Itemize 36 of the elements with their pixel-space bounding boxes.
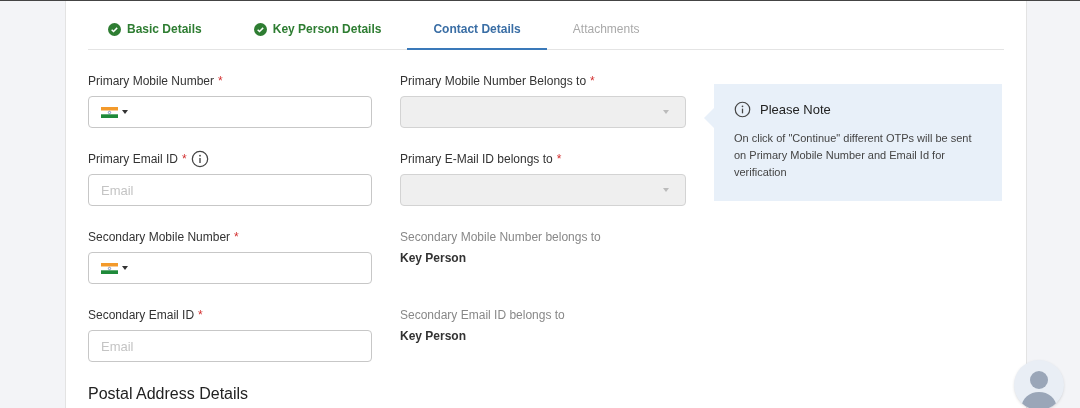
section-heading: Postal Address Details (88, 384, 250, 404)
caret-icon (663, 110, 669, 114)
check-circle-icon (108, 22, 121, 36)
field-label: Secondary Email ID belongs to (400, 307, 566, 324)
email-input-field[interactable]: Email (88, 330, 372, 362)
step-tab[interactable]: Contact Details (407, 10, 547, 50)
required-mark: * (590, 73, 595, 90)
step-tab[interactable]: Key Person Details (227, 10, 408, 50)
required-mark: * (198, 307, 203, 324)
required-mark: * (218, 73, 223, 90)
field-label: Secondary Mobile Number belongs to (400, 229, 602, 246)
phone-input-field[interactable] (88, 96, 372, 128)
required-mark: * (182, 151, 187, 168)
required-mark: * (556, 151, 562, 168)
field-label: Primary Mobile Number Belongs to (400, 73, 587, 90)
field-label: Secondary Mobile Number (88, 229, 231, 246)
required-mark: * (234, 229, 239, 246)
field-value: Key Person (400, 328, 468, 345)
step-tab[interactable]: Basic Details (108, 10, 228, 50)
field-label: Primary E-Mail ID belongs to (400, 151, 553, 168)
phone-input-field[interactable] (88, 252, 372, 284)
email-input-field[interactable]: Email (88, 174, 372, 206)
caret-icon (663, 188, 669, 192)
check-circle-icon (253, 22, 267, 36)
caret-icon (122, 110, 128, 114)
note-text: On click of "Continue" different OTPs will be sent on Primary Mobile Number and Email Id for verification (734, 130, 973, 180)
flag-icon (101, 106, 118, 118)
info-icon (734, 101, 751, 119)
caret-icon (122, 266, 128, 270)
note-title: Please Note (760, 101, 831, 119)
field-label: Secondary Email ID (88, 307, 195, 324)
field-label: Primary Email ID (88, 151, 178, 168)
flag-icon (101, 262, 118, 274)
field-label: Primary Mobile Number (88, 73, 215, 90)
chatbot-avatar[interactable] (1014, 360, 1064, 408)
field-value: Key Person (400, 250, 468, 267)
